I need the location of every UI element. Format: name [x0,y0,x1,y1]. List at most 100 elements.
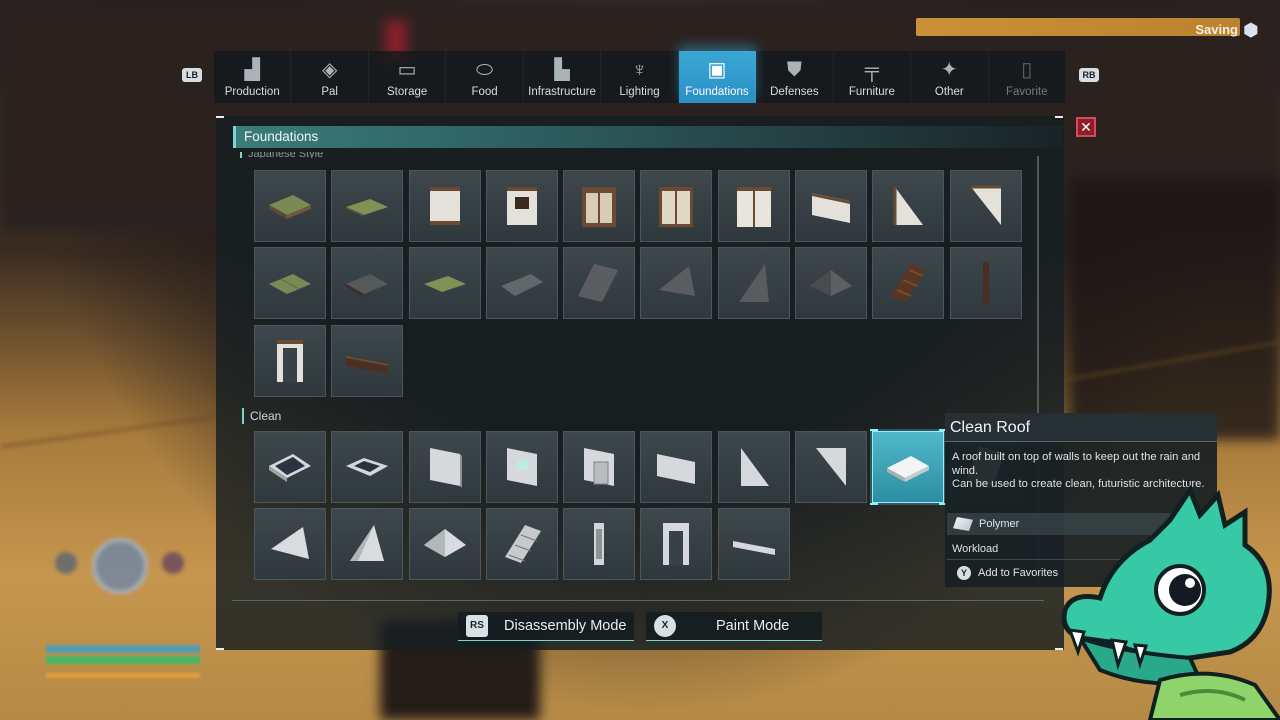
sparkle-icon: ✦ [940,59,958,81]
bread-icon: ⬭ [476,59,494,81]
paint-mode-button[interactable]: X Paint Mode [646,612,822,641]
build-slot[interactable] [254,247,326,320]
tab-label: Pal [321,86,338,98]
build-slot[interactable] [640,508,713,581]
build-slot[interactable] [485,170,558,242]
tatami-floor-icon [346,199,389,217]
build-slot[interactable] [795,170,868,242]
tile-roof-icon [346,274,389,298]
build-slot[interactable] [872,247,945,320]
tab-furniture[interactable]: ╤ Furniture [834,51,912,103]
build-slot[interactable] [717,170,790,242]
glass-floor-icon [269,454,311,482]
build-slot[interactable] [640,431,713,503]
build-slot[interactable] [331,431,404,503]
japanese-style-grid [254,170,1022,397]
build-slot[interactable] [254,508,326,581]
torch-icon: ♆ [631,59,647,81]
glass-floor-icon [346,458,389,476]
build-slot[interactable] [331,508,404,581]
build-slot[interactable] [872,170,945,242]
y-button-icon: Y [957,566,971,580]
build-slot[interactable] [640,170,713,242]
build-slot[interactable] [331,324,404,397]
build-slot[interactable] [485,508,558,581]
build-slot[interactable] [408,431,481,503]
tab-label: Favorite [1005,86,1048,98]
build-slot[interactable] [563,247,636,320]
build-slot[interactable] [254,324,326,397]
build-slot[interactable] [254,431,326,503]
tab-other[interactable]: ✦ Other [911,51,989,103]
tab-label: Infrastructure [528,86,596,98]
window-wall-icon [506,187,537,225]
clean-triangle-wall-icon [740,448,769,486]
build-slot[interactable] [485,431,558,503]
build-slot[interactable] [717,431,790,503]
clean-wall-icon [429,448,462,488]
table-icon: ╤ [864,59,879,81]
triangle-roof-icon [659,266,696,297]
sliding-door-icon [736,187,771,227]
pal-icon: ◈ [321,59,338,81]
clean-window-wall-icon [506,448,537,486]
build-slot[interactable] [254,170,326,242]
build-slot[interactable] [640,247,713,320]
shoji-door-icon [582,187,617,227]
pal-slot-icon [55,552,77,574]
tab-infrastructure[interactable]: ▙ Infrastructure [524,51,602,103]
shoji-door-icon [659,187,694,227]
build-slot[interactable] [408,247,481,320]
build-slot[interactable] [717,247,790,320]
tab-label: Production [224,86,280,98]
tab-lighting[interactable]: ♆ Lighting [601,51,679,103]
workload-label: Workload [952,542,999,555]
doorway-icon [277,339,303,382]
tab-food[interactable]: ⬭ Food [446,51,524,103]
triangle-wall-icon [970,185,1001,225]
tab-defenses[interactable]: ⛊ Defenses [756,51,834,103]
pillar-icon [982,262,989,305]
saving-label: Saving [1195,22,1238,37]
build-slot[interactable] [795,431,868,503]
factory-icon: ▟ [244,59,260,81]
pyramid-roof-icon [810,270,853,297]
tab-storage[interactable]: ▭ Storage [369,51,447,103]
disassembly-mode-button[interactable]: RS Disassembly Mode [458,612,634,641]
build-slot-clean-roof-selected[interactable] [872,431,945,503]
build-slot[interactable] [949,247,1022,320]
panel-corner [216,648,224,650]
dragon-mascot-logo [1061,484,1280,720]
build-slot[interactable] [563,170,636,242]
close-icon[interactable]: ✕ [1076,117,1096,137]
tab-favorite[interactable]: ▯ Favorite [989,51,1066,103]
build-slot[interactable] [485,247,558,320]
bookmark-icon: ▯ [1021,59,1033,81]
build-slot[interactable] [331,247,404,320]
triangle-roof-icon [738,264,769,303]
hp-bar [46,645,200,653]
build-slot[interactable] [408,508,481,581]
build-slot[interactable] [717,508,790,581]
build-slot[interactable] [331,170,404,242]
build-slot[interactable] [408,170,481,242]
build-slot[interactable] [563,431,636,503]
tab-production[interactable]: ▟ Production [214,51,292,103]
tab-label: Other [934,86,964,98]
selection-corner [870,429,878,431]
clean-triangle-wall-icon [816,448,847,486]
rs-button-icon: RS [466,615,488,637]
paint-mode-label: Paint Mode [716,618,790,634]
tab-pal[interactable]: ◈ Pal [291,51,369,103]
tab-foundations[interactable]: ▣ Foundations [678,51,757,103]
panel-corner [216,116,224,118]
lb-button-hint[interactable]: LB [182,68,202,82]
half-wall-icon [812,193,851,223]
player-portrait [92,538,148,594]
build-slot[interactable] [795,247,868,320]
build-slot[interactable] [949,170,1022,242]
rb-button-hint[interactable]: RB [1079,68,1099,82]
chest-icon: ▭ [397,59,417,81]
section-label-clean: Clean [242,408,342,424]
build-slot[interactable] [563,508,636,581]
